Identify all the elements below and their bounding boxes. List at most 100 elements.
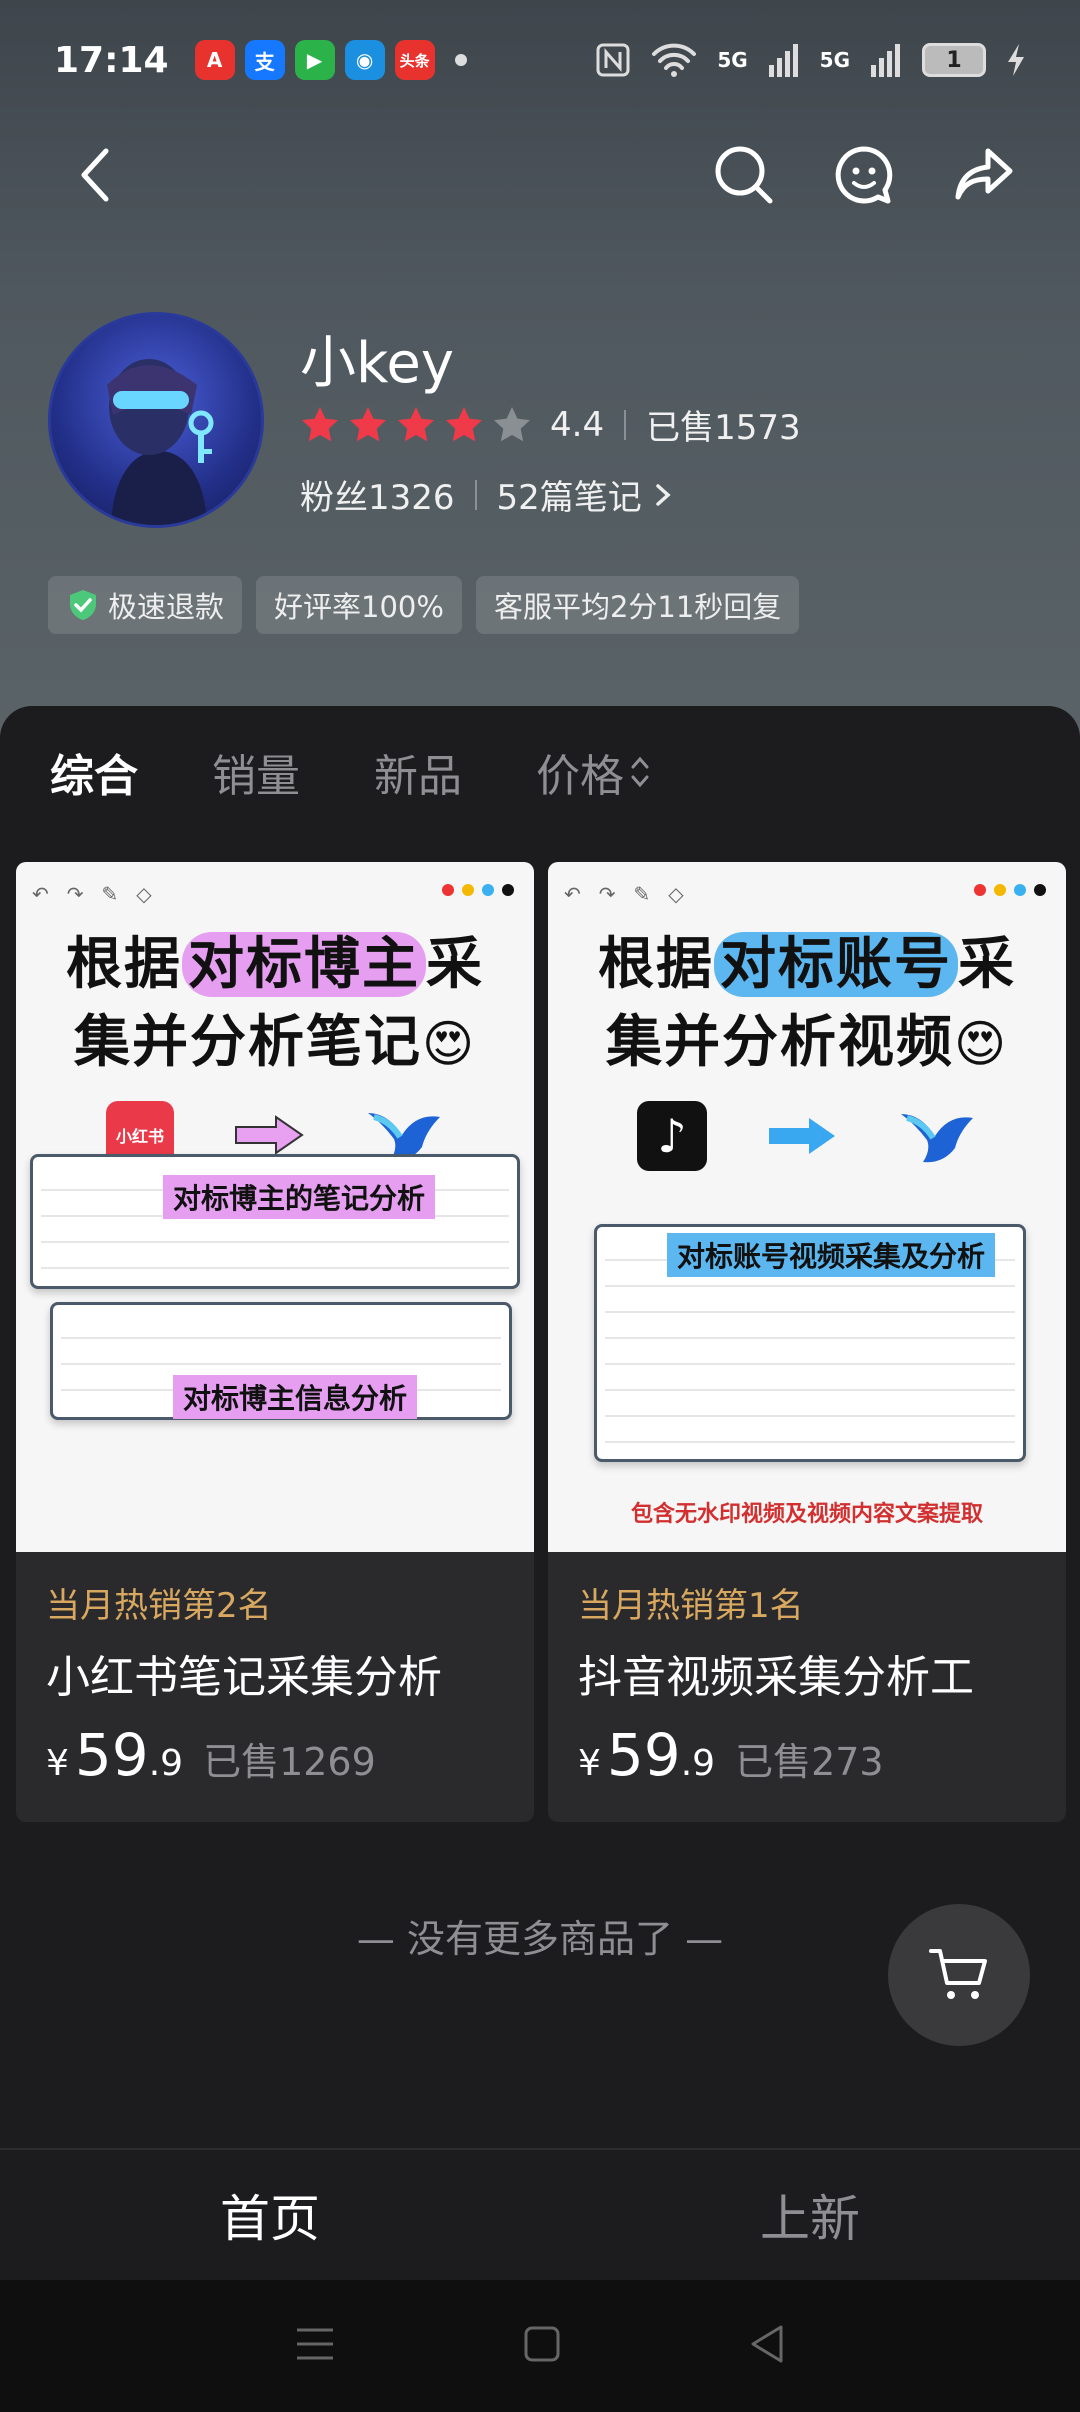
pen-icon: ✎ xyxy=(633,882,651,906)
chat-smile-icon xyxy=(835,146,893,204)
price-row: ¥ 59 .9 已售1269 xyxy=(46,1721,504,1789)
redo-icon: ↷ xyxy=(66,882,84,906)
image-toolbar-graphic: ↶ ↷ ✎ ◇ xyxy=(16,862,534,926)
price-decimal: .9 xyxy=(680,1743,716,1784)
color-dots xyxy=(974,884,1046,896)
rating-value: 4.4 xyxy=(550,404,605,445)
status-indicators: 5G 5G 1 xyxy=(595,42,1026,78)
heart-eyes-emoji-icon: 😍 xyxy=(953,1015,1009,1073)
image-headline-line1: 根据 对标账号采 xyxy=(598,932,1016,997)
star-icon xyxy=(398,406,434,441)
shop-stats-row: 粉丝1326 52篇笔记 xyxy=(300,470,674,519)
service-response-label: 客服平均2分11秒回复 xyxy=(493,590,782,624)
battery-icon: 1 xyxy=(922,43,986,77)
share-button[interactable] xyxy=(948,139,1020,211)
price-row: ¥ 59 .9 已售273 xyxy=(578,1721,1036,1789)
sort-tab-new[interactable]: 新品 xyxy=(374,740,462,804)
notes-link[interactable]: 52篇笔记 xyxy=(497,470,674,519)
triangle-back-icon xyxy=(751,2325,783,2363)
customer-service-button[interactable] xyxy=(828,139,900,211)
eraser-icon: ◇ xyxy=(668,882,684,906)
image-headline-line2: 集并分析笔记😍 xyxy=(73,1010,477,1075)
product-image: ↶ ↷ ✎ ◇ 根据 对标账号采 集并分析视频😍 ♪ 对标账号视频采集及分析 包含… xyxy=(548,862,1066,1552)
signal-icon-2 xyxy=(871,44,900,77)
service-response-badge[interactable]: 客服平均2分11秒回复 xyxy=(475,576,800,634)
product-sold-count: 已售273 xyxy=(735,1740,884,1784)
positive-rate-label: 好评率100% xyxy=(274,590,444,624)
product-image: ↶ ↷ ✎ ◇ 根据 对标博主采 集并分析笔记😍 小红书 对标博主的笔记分析 对标… xyxy=(16,862,534,1552)
system-back-button[interactable] xyxy=(749,2324,785,2368)
color-dots xyxy=(442,884,514,896)
notes-sheet-graphic: 对标博主的笔记分析 xyxy=(30,1154,520,1289)
nfc-icon xyxy=(596,43,630,77)
system-navigation-bar xyxy=(0,2280,1080,2412)
shop-avatar[interactable] xyxy=(48,312,264,528)
price-currency: ¥ xyxy=(578,1743,601,1784)
product-rank: 当月热销第2名 xyxy=(46,1586,272,1626)
eraser-icon: ◇ xyxy=(136,882,152,906)
app-a-icon: A xyxy=(194,40,235,80)
search-icon xyxy=(715,146,773,204)
star-icon xyxy=(494,406,530,441)
tiktok-logo-icon: ♪ xyxy=(637,1101,707,1171)
sort-tab-price[interactable]: 价格 xyxy=(536,740,652,804)
sheet-tag-videos: 对标账号视频采集及分析 xyxy=(667,1233,996,1277)
back-arrow-icon xyxy=(81,148,109,202)
home-button[interactable] xyxy=(524,2326,560,2366)
product-rank: 当月热销第1名 xyxy=(578,1586,804,1626)
profile-sheet-graphic: 对标博主信息分析 xyxy=(50,1302,512,1420)
product-title: 小红书笔记采集分析 xyxy=(46,1652,442,1703)
image-note: 包含无水印视频及视频内容文案提取 xyxy=(630,1502,983,1527)
positive-rate-badge[interactable]: 好评率100% xyxy=(256,576,462,634)
shopping-cart-icon xyxy=(929,1949,987,1999)
sort-tab-sales[interactable]: 销量 xyxy=(212,740,300,804)
price-integer: 59 xyxy=(606,1721,681,1789)
alipay-icon: 支 xyxy=(244,40,285,80)
back-button[interactable] xyxy=(60,139,132,211)
stats-divider xyxy=(474,479,477,510)
shield-check-icon xyxy=(70,590,96,620)
status-bar: 17:14 A 支 ▶ ◉ 头条 5G 5G 1 xyxy=(0,0,1080,120)
sort-updown-icon xyxy=(631,756,649,788)
menu-button[interactable] xyxy=(295,2327,335,2365)
heart-eyes-emoji-icon: 😍 xyxy=(421,1015,477,1073)
rating-divider xyxy=(624,409,627,440)
search-button[interactable] xyxy=(708,139,780,211)
price-integer: 59 xyxy=(74,1721,149,1789)
fast-refund-badge[interactable]: 极速退款 xyxy=(48,576,243,634)
product-sold-count: 已售1269 xyxy=(203,1740,376,1784)
status-notification-apps: A 支 ▶ ◉ 头条 xyxy=(194,40,467,80)
wifi-icon xyxy=(652,43,697,77)
tab-new-arrivals[interactable]: 上新 xyxy=(540,2150,1080,2280)
product-card-xiaohongshu[interactable]: ↶ ↷ ✎ ◇ 根据 对标博主采 集并分析笔记😍 小红书 对标博主的笔记分析 对标… xyxy=(16,862,534,1822)
product-info: 当月热销第1名 抖音视频采集分析工 ¥ 59 .9 已售273 xyxy=(548,1552,1066,1815)
video-sheet-graphic: 对标账号视频采集及分析 xyxy=(594,1224,1026,1462)
top-nav-bar xyxy=(0,130,1080,220)
signal-icon xyxy=(768,44,798,77)
china-mobile-icon: ◉ xyxy=(344,40,385,80)
avatar-figure-image xyxy=(107,359,214,525)
logo-row: ♪ xyxy=(548,1101,1066,1171)
more-notifications-dot xyxy=(454,54,467,66)
app-play-icon: ▶ xyxy=(294,40,335,80)
shop-name: 小key xyxy=(300,331,455,396)
sort-tab-comprehensive[interactable]: 综合 xyxy=(50,740,138,804)
cart-button[interactable] xyxy=(888,1904,1030,2046)
network-5g-label: 5G xyxy=(717,48,748,72)
sheet-tag-notes: 对标博主的笔记分析 xyxy=(163,1175,436,1219)
star-icon xyxy=(446,406,482,441)
toutiao-icon: 头条 xyxy=(394,40,435,80)
star-icon xyxy=(350,406,386,441)
menu-icon xyxy=(296,2328,333,2360)
undo-icon: ↶ xyxy=(32,882,49,906)
share-icon xyxy=(955,148,1013,200)
product-card-douyin[interactable]: ↶ ↷ ✎ ◇ 根据 对标账号采 集并分析视频😍 ♪ 对标账号视频采集及分析 包含… xyxy=(548,862,1066,1822)
shop-sold-count: 已售1573 xyxy=(646,408,801,448)
pen-icon: ✎ xyxy=(101,882,119,906)
star-icon xyxy=(302,406,338,441)
price-currency: ¥ xyxy=(46,1743,69,1784)
tab-home[interactable]: 首页 xyxy=(0,2150,540,2280)
shop-rating-row: 4.4 已售1573 xyxy=(300,400,801,449)
undo-icon: ↶ xyxy=(564,882,581,906)
sort-tab-price-label: 价格 xyxy=(536,751,624,802)
